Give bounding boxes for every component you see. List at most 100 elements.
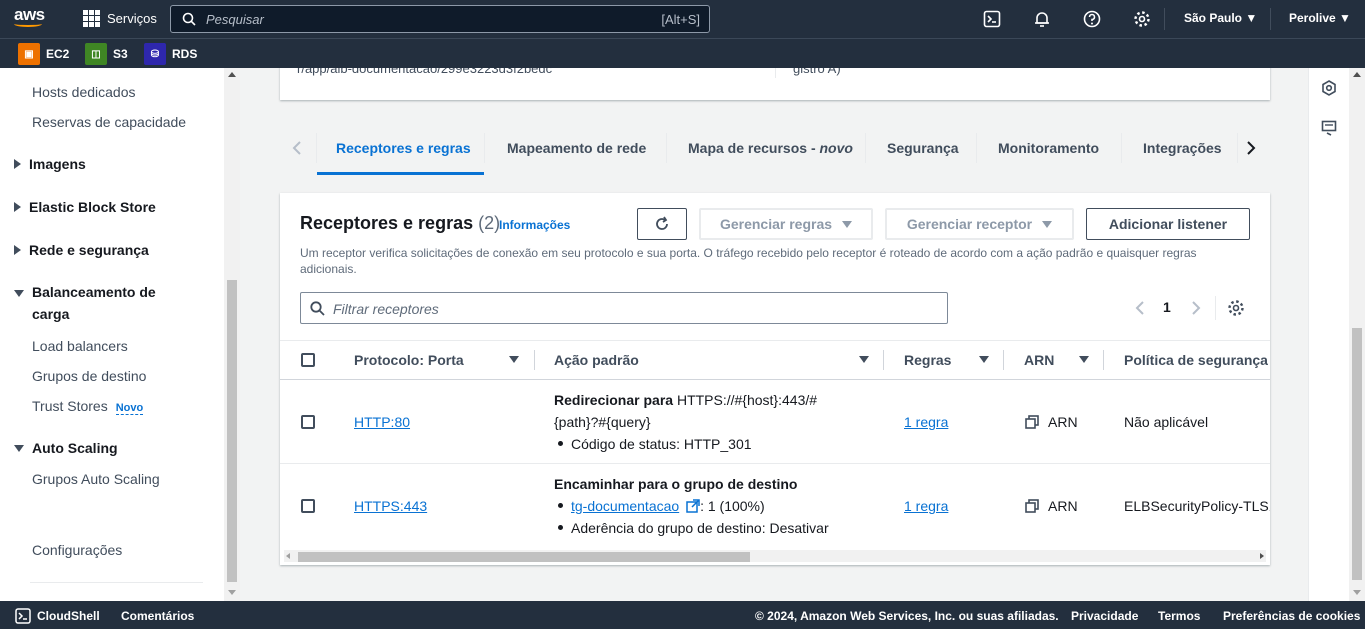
security-policy: ELBSecurityPolicy-TLS1	[1124, 498, 1270, 514]
search-placeholder: Pesquisar	[206, 12, 264, 27]
scroll-down-icon[interactable]	[228, 590, 236, 595]
caret-right-icon	[14, 245, 21, 255]
sidebar-item-grupos-auto-scaling[interactable]: Grupos Auto Scaling	[32, 471, 160, 487]
row-checkbox[interactable]	[301, 415, 315, 429]
account-menu[interactable]: Perolive ▼	[1289, 11, 1351, 25]
services-menu-button[interactable]: Serviços	[83, 10, 157, 27]
caret-right-icon	[14, 159, 21, 169]
favorite-s3[interactable]: ◫ S3	[85, 43, 128, 65]
refresh-button[interactable]	[637, 208, 687, 240]
main-content: r/app/alb-documentacao/299e3223d3f2bedc …	[240, 68, 1308, 601]
tab-mapeamento-rede[interactable]: Mapeamento de rede	[507, 140, 646, 156]
footer-cloudshell-link[interactable]: CloudShell	[37, 609, 100, 623]
footer-copyright: © 2024, Amazon Web Services, Inc. ou sua…	[755, 609, 1059, 623]
sidebar-item-reservas[interactable]: Reservas de capacidade	[32, 114, 186, 130]
tab-receptores-regras[interactable]: Receptores e regras	[336, 140, 471, 156]
search-input[interactable]: Pesquisar [Alt+S]	[170, 5, 710, 33]
sidebar-item-grupos-destino[interactable]: Grupos de destino	[32, 368, 146, 384]
scroll-down-icon[interactable]	[1353, 590, 1361, 595]
listener-link[interactable]: HTTPS:443	[354, 495, 427, 517]
panel-description: Um receptor verifica solicitações de con…	[300, 246, 1197, 276]
ec2-icon: ▣	[18, 43, 40, 65]
bell-icon[interactable]	[1033, 10, 1051, 28]
cloudshell-icon[interactable]	[983, 10, 1001, 28]
listener-link[interactable]: HTTP:80	[354, 411, 410, 433]
sidebar-item-trust-stores[interactable]: Trust Stores Novo	[32, 398, 144, 415]
table-scroll-thumb[interactable]	[298, 552, 750, 562]
hexagon-icon[interactable]	[1321, 80, 1337, 96]
active-tab-indicator	[317, 172, 484, 175]
scroll-left-icon[interactable]	[286, 553, 290, 559]
chevron-right-icon[interactable]	[1246, 140, 1256, 156]
add-listener-button[interactable]: Adicionar listener	[1086, 208, 1250, 240]
row-checkbox[interactable]	[301, 499, 315, 513]
manage-rules-button[interactable]: Gerenciar regras	[699, 208, 873, 240]
details-card: r/app/alb-documentacao/299e3223d3f2bedc …	[280, 68, 1270, 100]
sidebar-scroll-thumb[interactable]	[227, 280, 237, 582]
chevron-left-icon[interactable]	[1135, 300, 1145, 316]
sidebar-section-imagens[interactable]: Imagens	[14, 156, 86, 172]
sidebar-item-load-balancers[interactable]: Load balancers	[32, 338, 128, 354]
scroll-up-icon[interactable]	[228, 72, 236, 77]
column-header-protocolo[interactable]: Protocolo: Porta	[354, 352, 464, 368]
external-link-icon	[686, 499, 700, 513]
footer-cookies-link[interactable]: Preferências de cookies	[1223, 609, 1360, 623]
favorite-ec2[interactable]: ▣ EC2	[18, 43, 69, 65]
sidebar-item-hosts-dedicados[interactable]: Hosts dedicados	[32, 84, 136, 100]
sort-icon[interactable]	[509, 356, 519, 363]
column-header-regras[interactable]: Regras	[904, 352, 951, 368]
sidebar-section-balanceamento[interactable]: Balanceamento de carga	[14, 284, 174, 325]
page-scroll-thumb[interactable]	[1352, 328, 1362, 580]
sidebar-section-ebs[interactable]: Elastic Block Store	[14, 199, 156, 215]
feedback-icon[interactable]	[1321, 120, 1337, 136]
column-header-arn[interactable]: ARN	[1024, 352, 1054, 368]
listeners-panel: Receptores e regras (2) Informações Gere…	[280, 193, 1270, 565]
footer-privacy-link[interactable]: Privacidade	[1071, 609, 1138, 623]
manage-listener-button[interactable]: Gerenciar receptor	[885, 208, 1074, 240]
sidebar-item-configuracoes[interactable]: Configurações	[32, 542, 122, 558]
column-header-acao[interactable]: Ação padrão	[554, 352, 639, 368]
default-action: Redirecionar para HTTPS://#{host}:443/# …	[554, 392, 818, 452]
select-all-checkbox[interactable]	[301, 353, 315, 367]
copy-arn-button[interactable]: ARN	[1024, 411, 1078, 433]
gear-icon[interactable]	[1133, 10, 1151, 28]
filter-listeners-input[interactable]: Filtrar receptores	[300, 292, 948, 324]
sort-icon[interactable]	[859, 356, 869, 363]
help-icon[interactable]	[1083, 10, 1101, 28]
rules-link[interactable]: 1 regra	[904, 411, 948, 433]
chevron-right-icon[interactable]	[1191, 300, 1201, 316]
sort-icon[interactable]	[1079, 356, 1089, 363]
sort-icon[interactable]	[979, 356, 989, 363]
caret-down-icon	[842, 220, 853, 228]
chevron-left-icon[interactable]	[292, 140, 302, 156]
rules-link[interactable]: 1 regra	[904, 495, 948, 517]
tab-integracoes[interactable]: Integrações	[1143, 140, 1222, 156]
new-badge: Novo	[115, 402, 144, 415]
tab-seguranca[interactable]: Segurança	[887, 140, 959, 156]
tab-mapa-recursos[interactable]: Mapa de recursos - novo	[688, 140, 853, 156]
favorite-rds[interactable]: ⛁ RDS	[144, 43, 197, 65]
copy-icon	[1025, 499, 1039, 513]
footer-terms-link[interactable]: Termos	[1158, 609, 1200, 623]
tab-monitoramento[interactable]: Monitoramento	[998, 140, 1099, 156]
region-selector[interactable]: São Paulo ▼	[1184, 11, 1257, 25]
sidebar-divider	[30, 582, 203, 583]
gear-icon[interactable]	[1227, 299, 1245, 317]
services-label: Serviços	[107, 11, 157, 26]
scroll-right-icon[interactable]	[1260, 553, 1264, 559]
sidebar: Hosts dedicados Reservas de capacidade I…	[0, 68, 224, 601]
sidebar-section-auto-scaling[interactable]: Auto Scaling	[14, 440, 118, 456]
sidebar-section-rede[interactable]: Rede e segurança	[14, 242, 149, 258]
caret-down-icon	[14, 290, 24, 297]
column-header-politica[interactable]: Política de segurança	[1124, 352, 1268, 368]
info-link[interactable]: Informações	[499, 218, 570, 232]
footer-feedback-link[interactable]: Comentários	[121, 609, 194, 623]
copy-arn-button[interactable]: ARN	[1024, 495, 1078, 517]
aws-logo[interactable]: aws	[14, 6, 50, 31]
table-horizontal-scrollbar[interactable]	[284, 550, 1266, 562]
refresh-icon	[656, 216, 668, 230]
target-group-link[interactable]: tg-documentacao	[571, 498, 679, 514]
scroll-up-icon[interactable]	[1353, 72, 1361, 77]
arn-value: r/app/alb-documentacao/299e3223d3f2bedc	[297, 68, 553, 76]
page-number[interactable]: 1	[1163, 299, 1171, 315]
